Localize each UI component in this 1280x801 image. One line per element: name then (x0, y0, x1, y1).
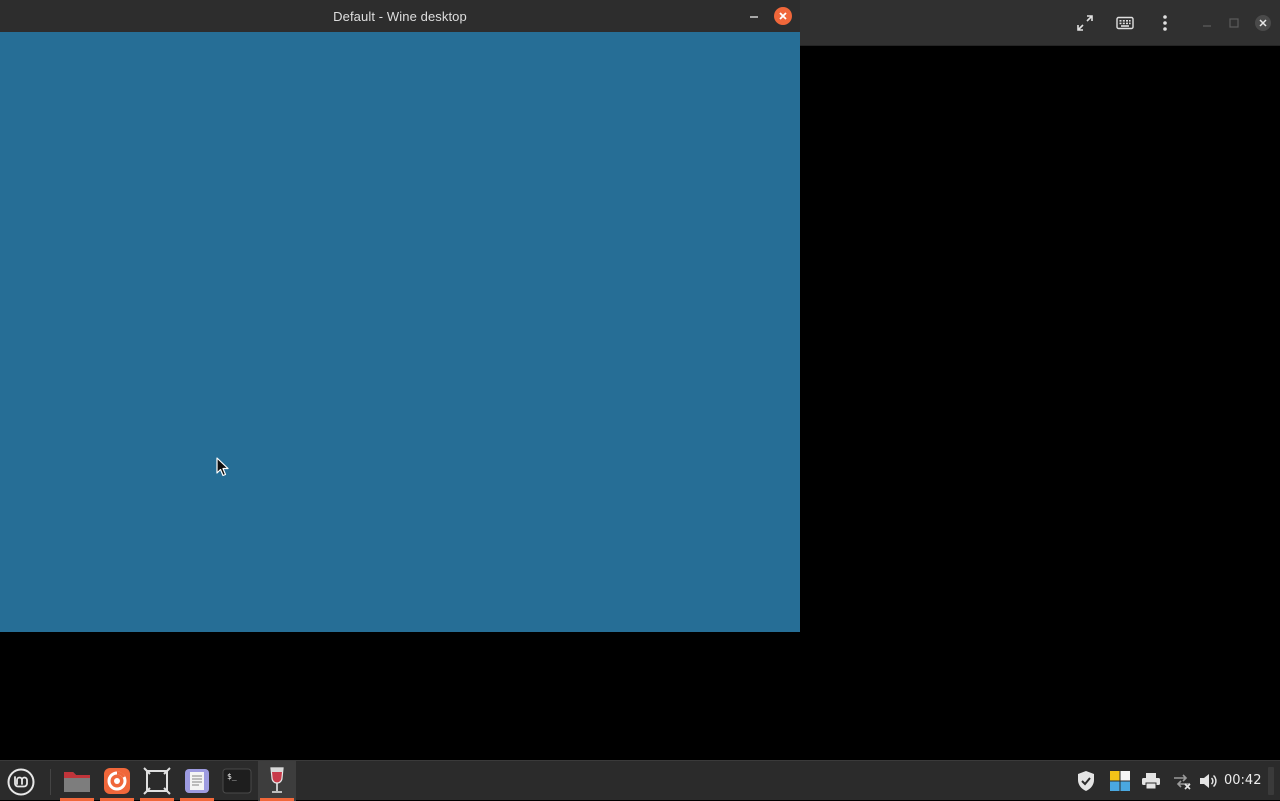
printer-icon[interactable] (1139, 769, 1163, 793)
keyboard-icon[interactable] (1111, 9, 1139, 37)
text-editor-icon (185, 769, 209, 793)
wine-glass-icon (270, 767, 284, 793)
launcher-files[interactable] (58, 761, 96, 801)
taskbar-separator (50, 769, 51, 795)
network-icon[interactable] (1170, 769, 1194, 793)
folder-icon (64, 772, 90, 792)
launcher-wine[interactable] (258, 761, 296, 801)
fullscreen-icon[interactable] (1071, 9, 1099, 37)
start-menu-button[interactable] (4, 765, 38, 799)
maximize-icon[interactable] (1220, 9, 1248, 37)
terminal-icon: $_ (222, 768, 252, 794)
clock[interactable]: 00:42 (1224, 773, 1261, 788)
mouse-cursor-icon (216, 457, 230, 477)
close-icon (779, 12, 787, 20)
launcher-firefox[interactable] (98, 761, 136, 801)
wine-titlebar[interactable]: Default - Wine desktop (0, 0, 800, 32)
mint-logo-icon (7, 768, 35, 796)
minimize-icon (750, 16, 758, 18)
close-button[interactable] (774, 7, 792, 25)
taskbar: $_ 00:42 (0, 760, 1280, 801)
wine-desktop-area[interactable] (0, 32, 800, 632)
more-options-icon[interactable] (1151, 9, 1179, 37)
svg-text:$_: $_ (227, 772, 237, 781)
close-icon[interactable] (1249, 9, 1277, 37)
launcher-screenshot[interactable] (138, 761, 176, 801)
show-desktop-button[interactable] (1268, 767, 1274, 795)
volume-icon[interactable] (1196, 769, 1220, 793)
wine-desktop-window: Default - Wine desktop (0, 0, 800, 632)
firefox-icon (104, 768, 130, 794)
shield-icon[interactable] (1074, 769, 1098, 793)
minimize-icon[interactable] (1193, 9, 1221, 37)
launcher-text-editor[interactable] (178, 761, 216, 801)
color-picker-icon[interactable] (1108, 769, 1132, 793)
frame-icon (143, 767, 171, 795)
launcher-terminal[interactable]: $_ (218, 761, 256, 801)
window-title: Default - Wine desktop (333, 8, 467, 24)
minimize-button[interactable] (744, 6, 764, 26)
